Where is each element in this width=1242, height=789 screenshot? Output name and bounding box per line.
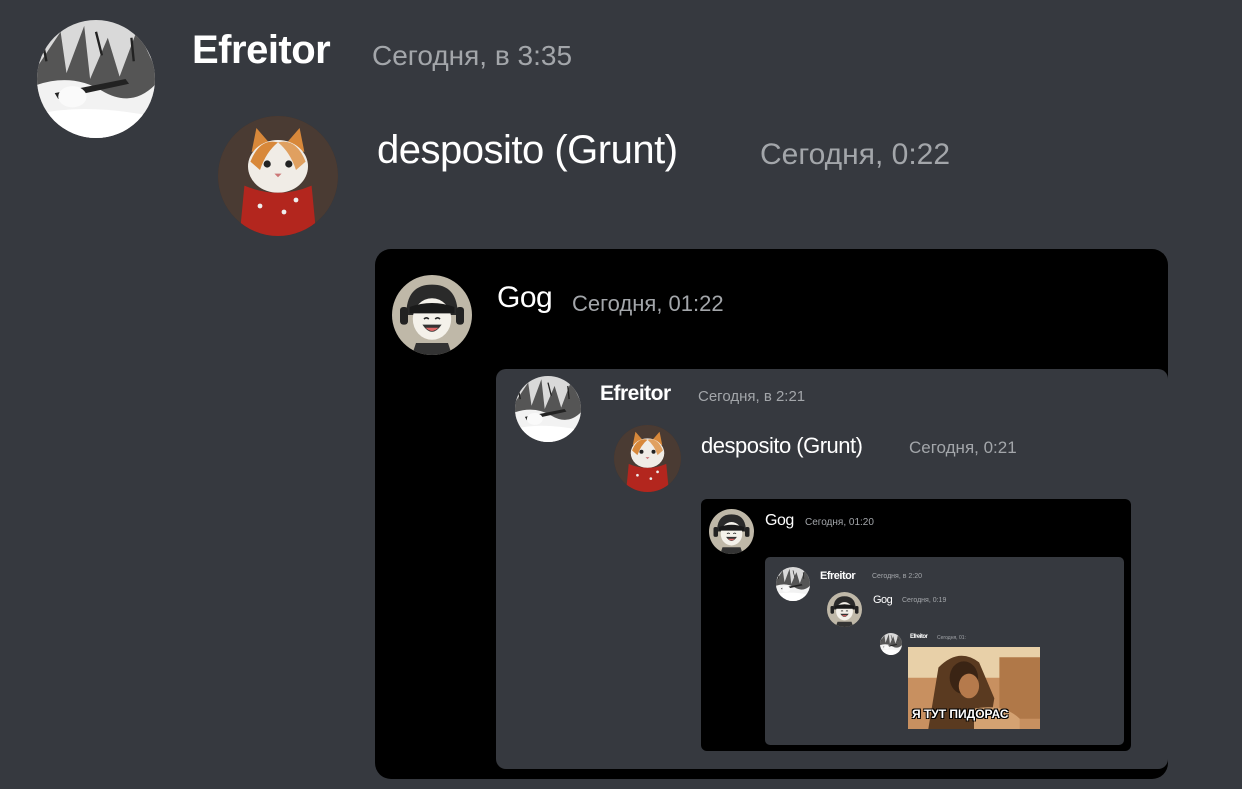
embed-author-gog: Gog bbox=[873, 594, 893, 606]
snow-soldier-avatar-icon bbox=[37, 20, 155, 138]
efreitor-avatar-tiny bbox=[776, 567, 810, 601]
efreitor-avatar[interactable] bbox=[37, 20, 155, 138]
embed-author-desposito: desposito (Grunt) bbox=[701, 433, 863, 458]
embed-author-efreitor: Efreitor bbox=[600, 382, 671, 405]
efreitor-avatar-micro bbox=[880, 633, 902, 655]
embed-timestamp: Сегодня, 01:22 bbox=[572, 291, 724, 316]
message-timestamp: Сегодня, в 3:35 bbox=[372, 40, 573, 71]
attached-screenshot-image[interactable]: desposito (Grunt) Сегодня, 0:22 Gog Сего… bbox=[215, 110, 1175, 782]
embed-panel-level3: Gog Сегодня, 01:20 Efreitor Сегодня, в 2… bbox=[701, 499, 1131, 751]
meme-image: Я ТУТ ПИДОРАС bbox=[908, 647, 1040, 729]
quoted-author-desposito: desposito (Grunt) bbox=[377, 128, 678, 172]
embed-panel-level1: Gog Сегодня, 01:22 Efreitor Сегодня, в 2… bbox=[375, 249, 1168, 779]
gog-avatar-small bbox=[709, 509, 754, 554]
quoted-timestamp: Сегодня, 0:22 bbox=[760, 138, 951, 171]
embed-panel-level2: Efreitor Сегодня, в 2:21 desposito (Grun… bbox=[496, 369, 1168, 769]
laughing-helmet-avatar-icon bbox=[709, 509, 754, 554]
desposito-avatar-small bbox=[614, 425, 681, 492]
gog-avatar-tiny bbox=[827, 592, 862, 627]
cat-bandana-avatar-icon bbox=[218, 116, 338, 236]
embed-timestamp: Сегодня, в 2:21 bbox=[698, 388, 806, 405]
embed-timestamp: Сегодня, 0:19 bbox=[902, 597, 947, 604]
embed-timestamp: Сегодня, 01:20 bbox=[805, 517, 874, 528]
snow-soldier-avatar-icon bbox=[880, 633, 902, 655]
embed-timestamp: Сегодня, 01: bbox=[937, 635, 966, 641]
embed-author-efreitor: Efreitor bbox=[820, 570, 856, 582]
desposito-avatar bbox=[218, 116, 338, 236]
embed-timestamp: Сегодня, 0:21 bbox=[909, 438, 1017, 457]
laughing-helmet-avatar-icon bbox=[392, 275, 472, 355]
embed-panel-level4: Efreitor Сегодня, в 2:20 Gog Сегодня, 0:… bbox=[765, 557, 1124, 745]
embed-author-gog: Gog bbox=[497, 281, 553, 314]
embed-author-gog: Gog bbox=[765, 512, 794, 529]
laughing-helmet-avatar-icon bbox=[827, 592, 862, 627]
embed-author-efreitor: Efreitor bbox=[910, 634, 928, 640]
efreitor-avatar-small bbox=[515, 376, 581, 442]
cat-bandana-avatar-icon bbox=[614, 425, 681, 492]
message-author-efreitor[interactable]: Efreitor bbox=[192, 28, 331, 73]
embed-timestamp: Сегодня, в 2:20 bbox=[872, 573, 923, 580]
snow-soldier-avatar-icon bbox=[515, 376, 581, 442]
snow-soldier-avatar-icon bbox=[776, 567, 810, 601]
meme-caption: Я ТУТ ПИДОРАС bbox=[912, 707, 1009, 721]
gog-avatar bbox=[392, 275, 472, 355]
